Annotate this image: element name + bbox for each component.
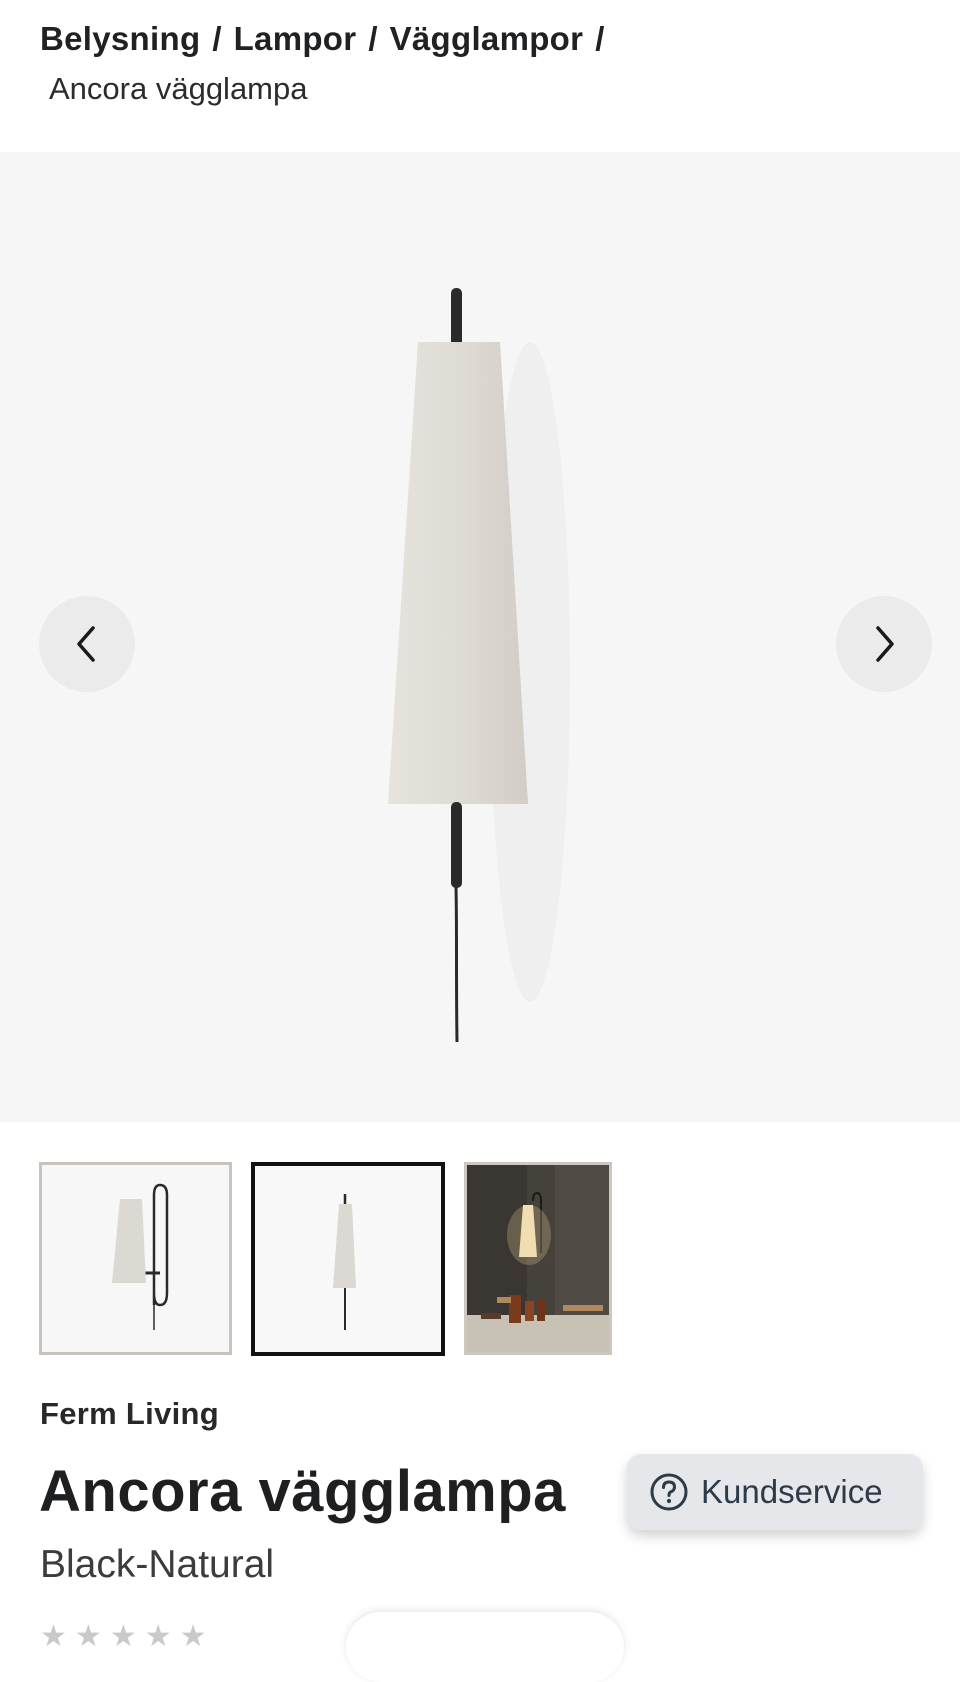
breadcrumb-separator: / — [368, 20, 378, 57]
breadcrumb: Belysning / Lampor / Vägglampor / Ancora vägg… — [40, 14, 920, 114]
product-image-gallery[interactable] — [0, 152, 960, 1122]
star-icon: ★ — [109, 1620, 137, 1653]
help-circle-icon — [650, 1473, 688, 1511]
customer-service-button[interactable]: Kundservice — [627, 1454, 923, 1530]
breadcrumb-current: Ancora vägglampa — [49, 71, 308, 106]
breadcrumb-link-belysning[interactable]: Belysning — [40, 20, 200, 57]
breadcrumb-separator: / — [595, 20, 605, 57]
gallery-prev-button[interactable] — [39, 596, 135, 692]
breadcrumb-separator: / — [212, 20, 222, 57]
star-icon: ★ — [40, 1620, 67, 1653]
product-variant: Black-Natural — [40, 1543, 275, 1586]
product-brand[interactable]: Ferm Living — [40, 1396, 219, 1432]
customer-service-label: Kundservice — [701, 1473, 883, 1510]
product-title: Ancora vägglampa — [39, 1459, 566, 1524]
breadcrumb-link-vagglampor[interactable]: Vägglampor — [390, 20, 584, 57]
star-icon: ★ — [144, 1620, 172, 1653]
floating-action-bar[interactable] — [346, 1612, 624, 1682]
product-main-image — [388, 288, 570, 1043]
star-icon: ★ — [74, 1620, 102, 1653]
thumbnail-strip — [0, 1162, 960, 1356]
chevron-left-icon — [77, 626, 95, 662]
thumbnail-3[interactable] — [464, 1162, 612, 1355]
rating-stars[interactable]: ★ ★ ★ ★ ★ — [40, 1622, 207, 1652]
thumbnail-2[interactable] — [251, 1162, 445, 1356]
gallery-next-button[interactable] — [836, 596, 932, 692]
thumbnail-image — [255, 1166, 441, 1352]
thumbnail-1[interactable] — [39, 1162, 232, 1355]
thumbnail-image — [42, 1165, 229, 1352]
breadcrumb-link-lampor[interactable]: Lampor — [234, 20, 357, 57]
thumbnail-image — [467, 1165, 609, 1352]
chevron-right-icon — [876, 626, 894, 662]
star-icon: ★ — [179, 1620, 207, 1653]
